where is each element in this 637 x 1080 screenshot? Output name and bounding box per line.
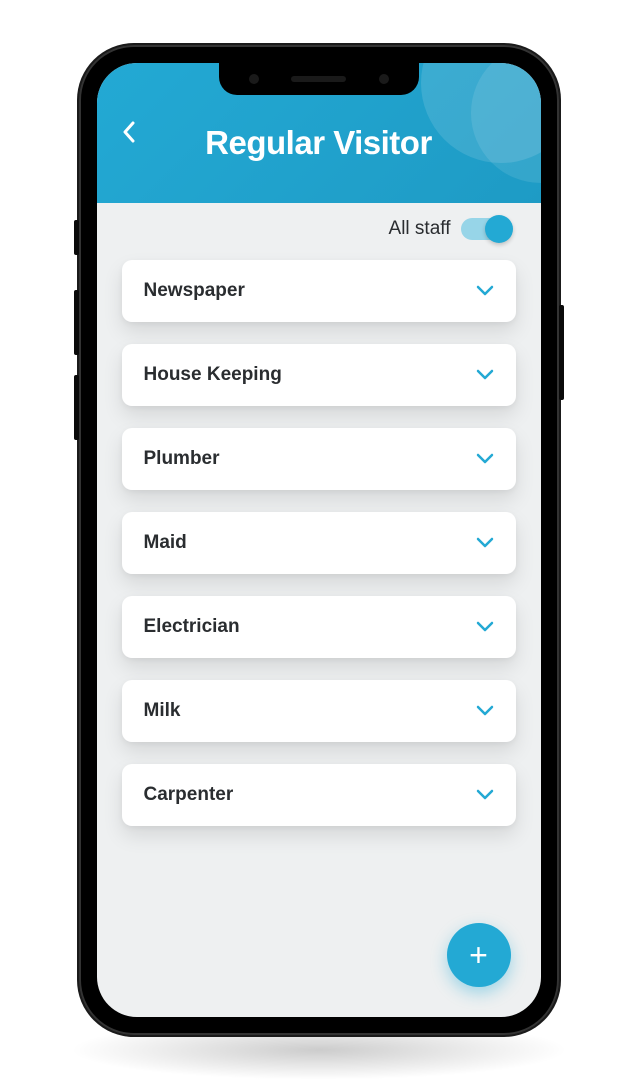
header-decoration [471, 63, 541, 183]
chevron-down-icon [476, 453, 494, 465]
phone-speaker [291, 76, 346, 82]
toggle-knob [485, 215, 513, 243]
category-label: House Keeping [144, 364, 282, 386]
category-item-carpenter[interactable]: Carpenter [122, 764, 516, 826]
phone-screen: Regular Visitor All staff Newspaper Hous… [97, 63, 541, 1017]
category-label: Plumber [144, 448, 220, 470]
category-item-maid[interactable]: Maid [122, 512, 516, 574]
category-item-plumber[interactable]: Plumber [122, 428, 516, 490]
phone-side-button [559, 305, 564, 400]
toggle-label: All staff [389, 218, 451, 240]
chevron-left-icon [122, 121, 136, 143]
chevron-down-icon [476, 789, 494, 801]
add-button[interactable]: + [447, 923, 511, 987]
chevron-down-icon [476, 705, 494, 717]
category-item-milk[interactable]: Milk [122, 680, 516, 742]
category-item-house-keeping[interactable]: House Keeping [122, 344, 516, 406]
chevron-down-icon [476, 369, 494, 381]
plus-icon: + [469, 939, 488, 971]
category-label: Carpenter [144, 784, 234, 806]
category-label: Milk [144, 700, 181, 722]
chevron-down-icon [476, 537, 494, 549]
phone-frame: Regular Visitor All staff Newspaper Hous… [79, 45, 559, 1035]
category-item-newspaper[interactable]: Newspaper [122, 260, 516, 322]
category-label: Newspaper [144, 280, 245, 302]
category-item-electrician[interactable]: Electrician [122, 596, 516, 658]
category-label: Maid [144, 532, 187, 554]
chevron-down-icon [476, 621, 494, 633]
toggle-row: All staff [122, 218, 516, 240]
back-button[interactable] [122, 121, 136, 148]
phone-side-button [74, 375, 79, 440]
page-title: Regular Visitor [205, 124, 432, 162]
content-area: All staff Newspaper House Keeping Plumbe… [97, 203, 541, 1017]
phone-side-button [74, 220, 79, 255]
category-label: Electrician [144, 616, 240, 638]
phone-side-button [74, 290, 79, 355]
all-staff-toggle[interactable] [461, 218, 511, 240]
chevron-down-icon [476, 285, 494, 297]
phone-notch [219, 63, 419, 95]
